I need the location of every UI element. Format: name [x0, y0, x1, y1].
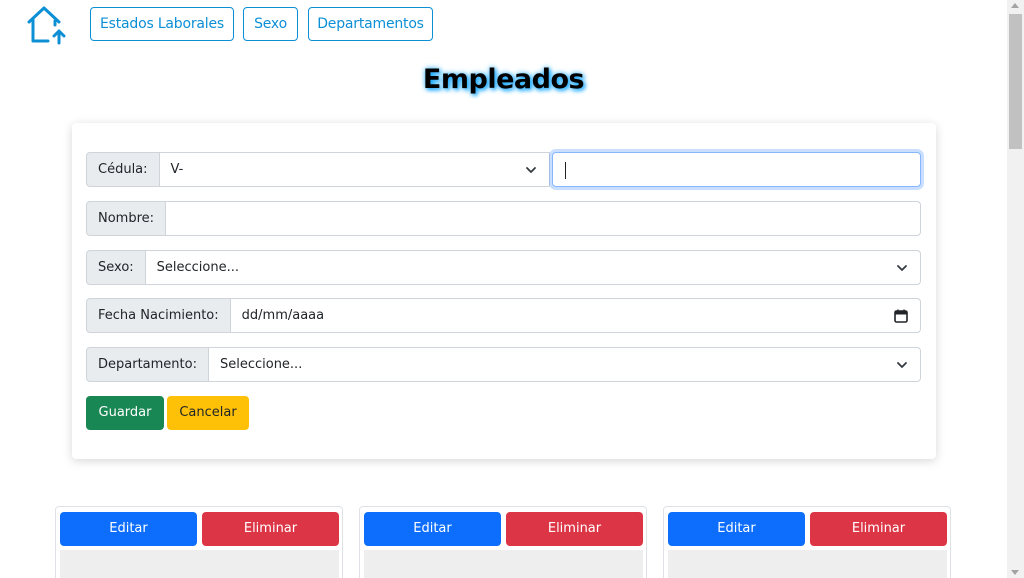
employee-card: Editar Eliminar	[663, 506, 951, 578]
departamento-row: Departamento: Seleccione...	[86, 347, 921, 382]
cedula-row: Cédula: V-	[86, 152, 921, 187]
nombre-label: Nombre:	[86, 201, 167, 236]
eliminar-button[interactable]: Eliminar	[202, 512, 339, 546]
nav-sexo-button[interactable]: Sexo	[243, 7, 298, 41]
departamento-label: Departamento:	[86, 347, 209, 382]
cedula-prefix-select[interactable]: V-	[159, 152, 550, 187]
fecha-value: dd/mm/aaaa	[241, 308, 325, 323]
nav-estados-laborales-button[interactable]: Estados Laborales	[90, 7, 234, 41]
nav-departamentos-button[interactable]: Departamentos	[308, 7, 433, 41]
scroll-down-arrow-icon[interactable]	[1011, 570, 1019, 575]
editar-button[interactable]: Editar	[60, 512, 197, 546]
cancelar-button[interactable]: Cancelar	[167, 396, 249, 430]
departamento-select[interactable]: Seleccione...	[208, 347, 921, 382]
nombre-input[interactable]	[166, 201, 921, 236]
cedula-prefix-value: V-	[170, 162, 184, 177]
home-icon[interactable]	[24, 4, 68, 46]
cedula-label: Cédula:	[86, 152, 160, 187]
departamento-selected-value: Seleccione...	[219, 357, 303, 372]
vertical-scrollbar[interactable]	[1007, 0, 1024, 578]
chevron-down-icon	[525, 167, 536, 173]
nombre-row: Nombre:	[86, 201, 921, 236]
fecha-label: Fecha Nacimiento:	[86, 298, 231, 333]
editar-button[interactable]: Editar	[668, 512, 805, 546]
guardar-button[interactable]: Guardar	[86, 396, 164, 430]
fecha-nacimiento-input[interactable]: dd/mm/aaaa	[230, 298, 921, 333]
text-cursor	[564, 162, 566, 179]
employee-card: Editar Eliminar	[359, 506, 647, 578]
employee-card-image-placeholder	[364, 550, 643, 578]
eliminar-button[interactable]: Eliminar	[506, 512, 643, 546]
sexo-select[interactable]: Seleccione...	[145, 250, 921, 285]
fecha-row: Fecha Nacimiento: dd/mm/aaaa	[86, 298, 921, 333]
sexo-label: Sexo:	[86, 250, 146, 285]
cedula-number-input[interactable]	[551, 152, 921, 187]
calendar-icon[interactable]	[894, 309, 908, 323]
employee-form-card: Cédula: V- Nombre: Sexo: Seleccione... F…	[72, 123, 936, 459]
eliminar-button[interactable]: Eliminar	[810, 512, 947, 546]
page: Estados Laborales Sexo Departamentos Emp…	[0, 0, 1007, 578]
chevron-down-icon	[897, 362, 907, 368]
scroll-thumb[interactable]	[1009, 14, 1022, 149]
scroll-up-arrow-icon[interactable]	[1011, 3, 1019, 8]
employee-card-image-placeholder	[668, 550, 947, 578]
sexo-row: Sexo: Seleccione...	[86, 250, 921, 285]
employee-card-image-placeholder	[60, 550, 339, 578]
editar-button[interactable]: Editar	[364, 512, 501, 546]
chevron-down-icon	[897, 265, 907, 271]
employee-card: Editar Eliminar	[55, 506, 343, 578]
sexo-selected-value: Seleccione...	[156, 260, 240, 275]
page-title: Empleados	[422, 64, 585, 95]
